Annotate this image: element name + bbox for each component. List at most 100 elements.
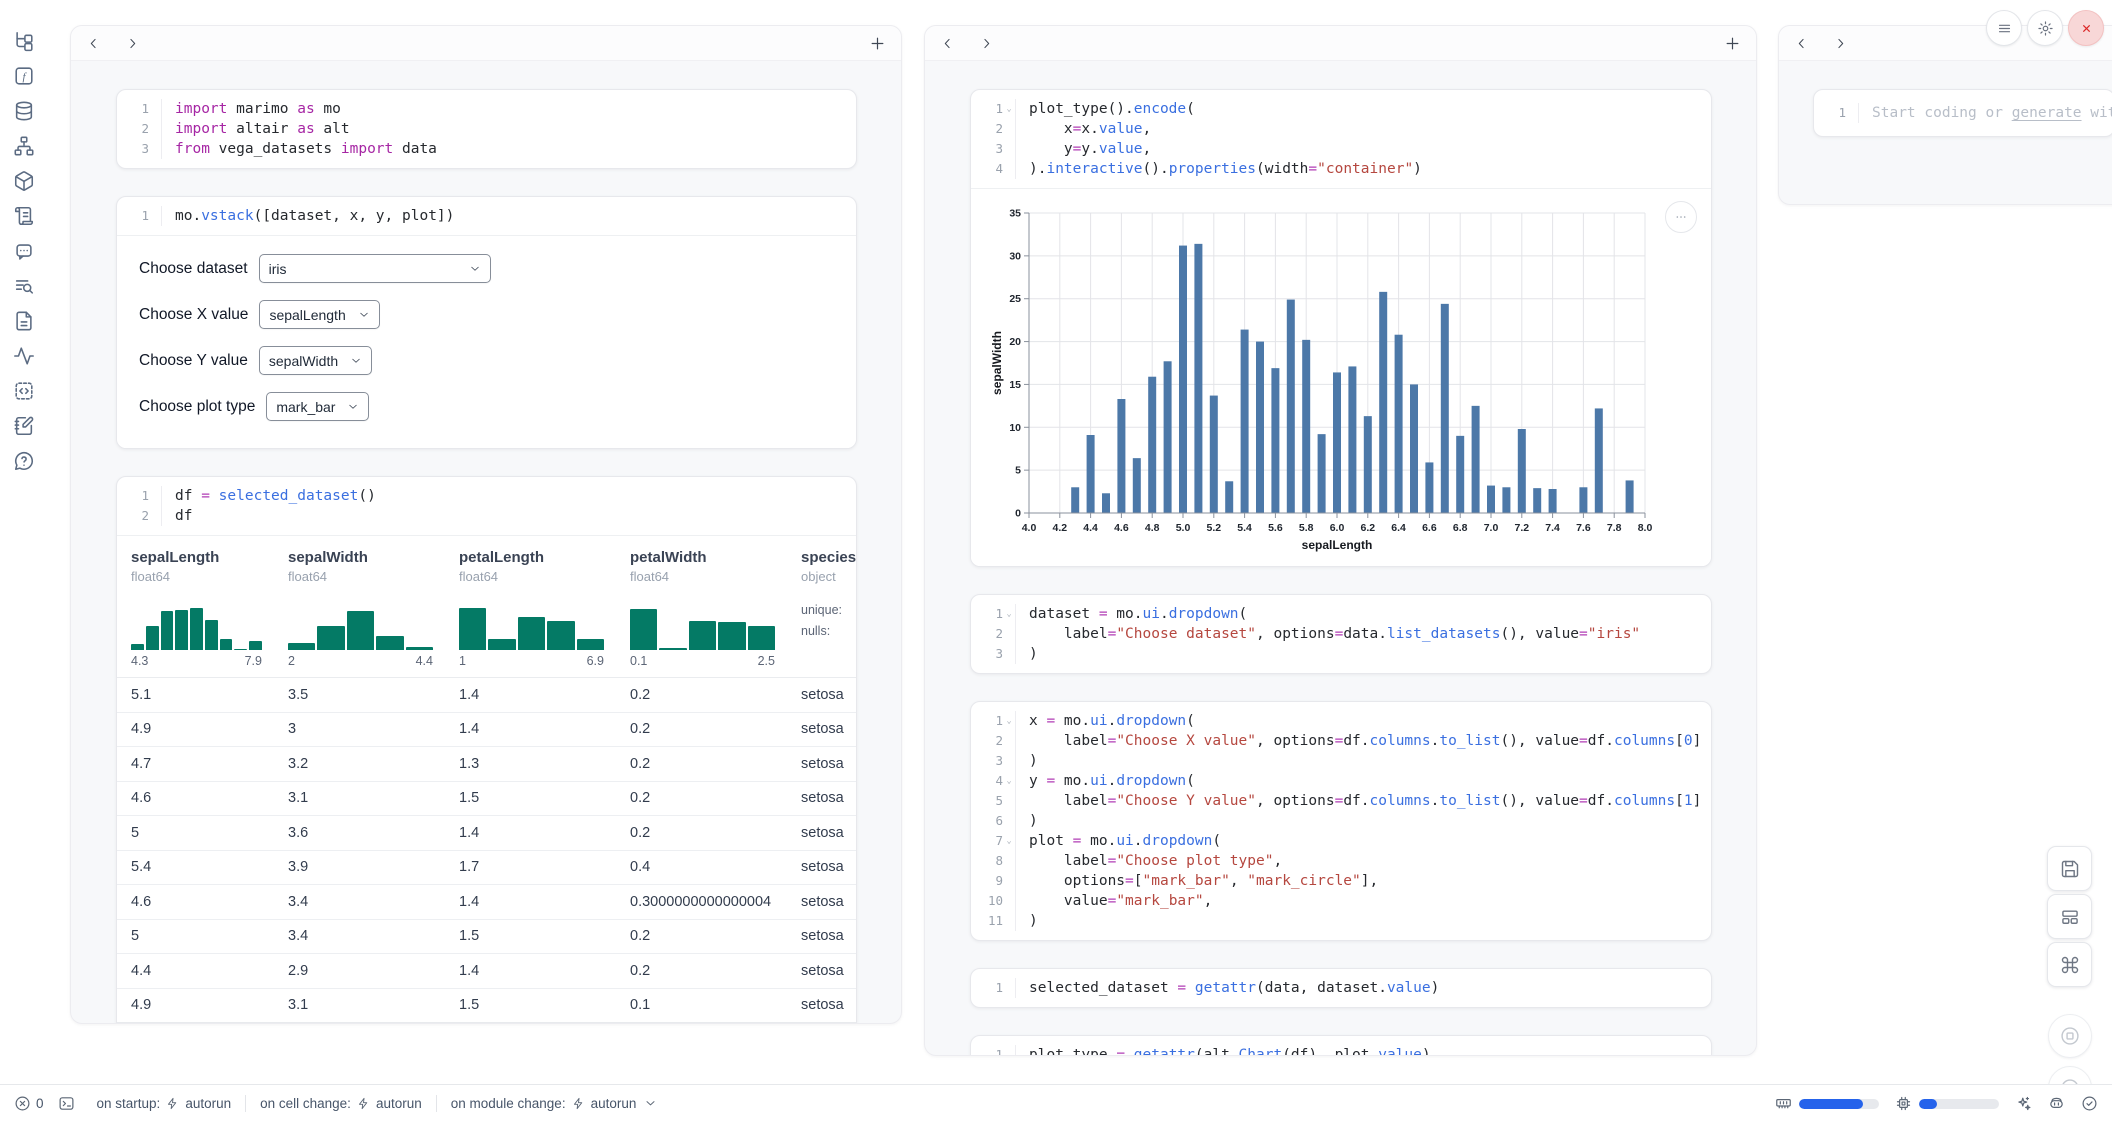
dataset-select-value: iris [269,261,287,277]
svg-text:7.8: 7.8 [1607,522,1622,534]
selected-dataset-cell: 1selected_dataset = getattr(data, datase… [970,968,1712,1008]
help-icon[interactable] [13,450,35,472]
code-line: 1mo.vstack([dataset, x, y, plot]) [117,206,856,226]
table-row: 4.63.41.40.3000000000000004setosa [117,884,856,919]
column-histogram [288,596,433,650]
tracing-icon[interactable] [13,345,35,367]
file-tree-icon[interactable] [13,30,35,52]
stop-button[interactable] [2048,1014,2092,1058]
code-line: 2 label="Choose dataset", options=data.l… [971,624,1711,644]
memory-track [1799,1099,1879,1109]
plot-type-select[interactable]: mark_bar [266,392,369,421]
column-histogram [459,596,604,650]
right-column-panel: 1 Start coding or generate with AI. [1778,25,2112,205]
connection-status-icon[interactable] [2081,1095,2098,1112]
close-icon [2078,20,2095,37]
imports-code-editor[interactable]: 1import marimo as mo2import altair as al… [117,90,856,168]
svg-text:4.4: 4.4 [1083,522,1098,534]
chart-output[interactable]: 4.04.24.44.64.85.05.25.45.65.86.06.26.46… [971,188,1711,566]
generate-link[interactable]: generate [2012,105,2082,121]
code-line: 3) [971,644,1711,664]
menu-button[interactable] [1986,10,2022,46]
on-module-change-setting[interactable]: on module change: autorun [451,1096,658,1111]
outputs-icon[interactable] [13,380,35,402]
dataset-dropdown-cell: 1⌄dataset = mo.ui.dropdown(2 label="Choo… [970,594,1712,674]
cpu-icon [1895,1095,1912,1112]
on-startup-setting[interactable]: on startup: autorun [97,1096,232,1111]
column-header[interactable]: sepalLengthfloat644.37.9 [131,549,288,677]
df-code-editor[interactable]: 1df = selected_dataset()2df [117,477,856,535]
empty-code-editor[interactable]: 1 Start coding or generate with AI. [1814,90,2112,136]
snippets-icon[interactable] [13,310,35,332]
column-header[interactable]: petalWidthfloat640.12.5 [630,549,801,677]
dataset-control-row: Choose dataset iris [139,254,834,283]
add-column-icon[interactable] [1724,35,1741,52]
vstack-code-editor[interactable]: 1mo.vstack([dataset, x, y, plot]) [117,197,856,235]
chat-icon[interactable] [13,240,35,262]
scratchpad-icon[interactable] [13,415,35,437]
selected-code-editor[interactable]: 1selected_dataset = getattr(data, datase… [971,969,1711,1007]
column-header[interactable]: sepalWidthfloat6424.4 [288,549,459,677]
column-header[interactable]: petalLengthfloat6416.9 [459,549,630,677]
plot-cell: 1⌄plot_type().encode(2 x=x.value,3 y=y.v… [970,89,1712,567]
table-row: 53.61.40.2setosa [117,815,856,850]
code-line: 2import altair as alt [117,119,856,139]
svg-text:0: 0 [1015,508,1021,520]
column-header[interactable]: speciesobjectunique:nulls: [801,549,856,677]
close-button[interactable] [2068,10,2104,46]
svg-text:7.6: 7.6 [1576,522,1591,534]
column-next-icon[interactable] [125,36,140,51]
chart-actions-button[interactable] [1665,201,1697,233]
add-column-icon[interactable] [869,35,886,52]
table-header: sepalLengthfloat644.37.9sepalWidthfloat6… [117,536,856,678]
code-line: 3) [971,751,1711,771]
settings-button[interactable] [2027,10,2063,46]
code-line: 1⌄dataset = mo.ui.dropdown( [971,604,1711,624]
variables-icon[interactable]: f [13,65,35,87]
shortcuts-button[interactable] [2047,942,2092,987]
y-value-select[interactable]: sepalWidth [259,346,372,375]
plot-code-editor[interactable]: 1⌄plot_type().encode(2 x=x.value,3 y=y.v… [971,90,1711,188]
svg-text:30: 30 [1009,250,1021,262]
code-line: 8 label="Choose plot type", [971,851,1711,871]
save-button[interactable] [2047,846,2092,891]
cpu-fill [1919,1099,1937,1109]
column-prev-icon[interactable] [1794,36,1809,51]
table-row: 4.93.11.50.1setosa [117,988,856,1023]
left-icon-rail: f [0,0,47,1115]
column-prev-icon[interactable] [940,36,955,51]
code-line: 11) [971,911,1711,931]
vstack-cell: 1mo.vstack([dataset, x, y, plot]) Choose… [116,196,857,449]
layout-button[interactable] [2047,894,2092,939]
terminal-icon[interactable] [58,1095,75,1112]
svg-text:7.0: 7.0 [1484,522,1499,534]
documentation-icon[interactable] [13,205,35,227]
column-next-icon[interactable] [1833,36,1848,51]
packages-icon[interactable] [13,170,35,192]
x-value-select[interactable]: sepalLength [259,300,379,329]
chevron-down-icon [644,1097,657,1110]
copilot-icon[interactable] [2048,1095,2065,1112]
empty-cell: 1 Start coding or generate with AI. [1813,89,2112,137]
svg-text:10: 10 [1009,422,1021,434]
xy-plot-dropdown-cell: 1⌄x = mo.ui.dropdown(2 label="Choose X v… [970,701,1712,941]
ai-sparkles-icon[interactable] [2015,1095,2032,1112]
dataset-select[interactable]: iris [259,254,491,283]
on-startup-label: on startup: [97,1096,161,1111]
save-icon [2060,859,2080,879]
on-cell-change-setting[interactable]: on cell change: autorun [260,1096,422,1111]
svg-text:6.2: 6.2 [1360,522,1375,534]
xyplot-code-editor[interactable]: 1⌄x = mo.ui.dropdown(2 label="Choose X v… [971,702,1711,940]
logs-icon[interactable] [13,275,35,297]
svg-text:5.2: 5.2 [1206,522,1221,534]
dataframe-cell: 1df = selected_dataset()2df sepalLengthf… [116,476,857,1024]
errors-icon[interactable] [14,1095,31,1112]
dataset-code-editor[interactable]: 1⌄dataset = mo.ui.dropdown(2 label="Choo… [971,595,1711,673]
divider [245,1095,246,1112]
datasources-icon[interactable] [13,100,35,122]
column-next-icon[interactable] [979,36,994,51]
cpu-gauge [1895,1095,1999,1112]
plottype-code-editor[interactable]: 1plot_type = getattr(alt.Chart(df), plot… [971,1036,1711,1056]
column-prev-icon[interactable] [86,36,101,51]
dependencies-icon[interactable] [13,135,35,157]
